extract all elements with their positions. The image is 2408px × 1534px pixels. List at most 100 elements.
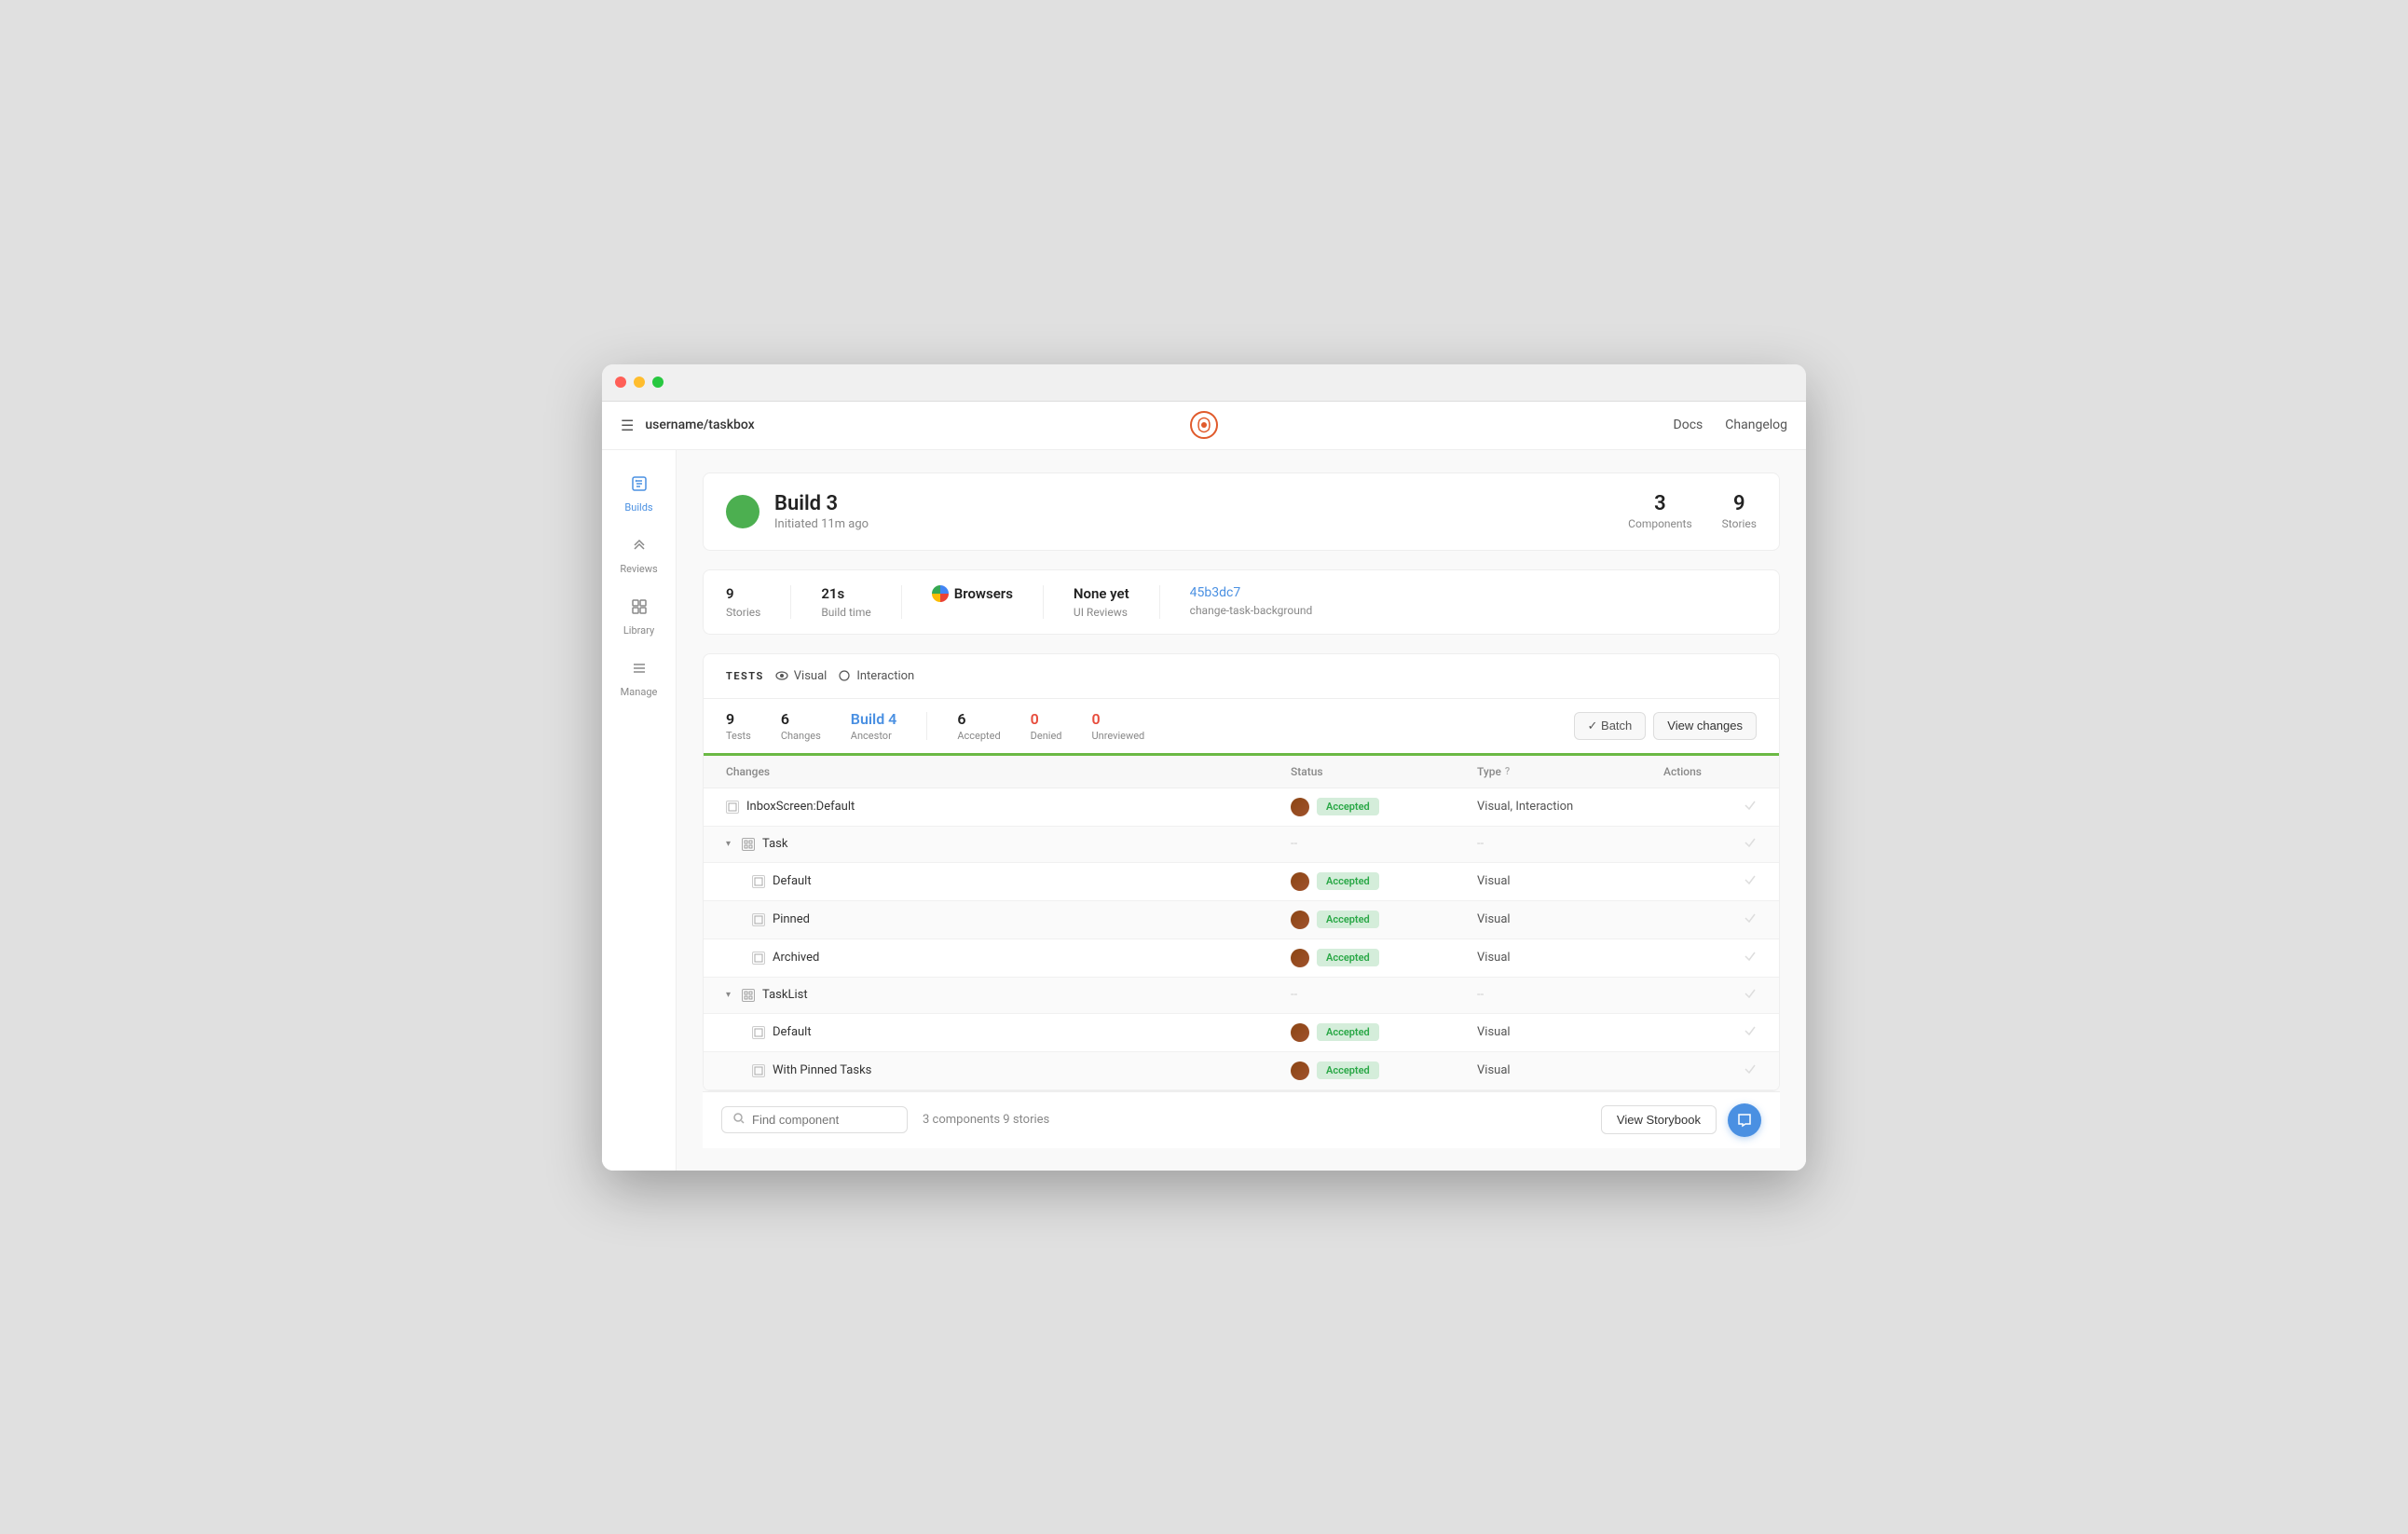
action-icon[interactable] bbox=[1744, 799, 1757, 815]
info-stories: 9 Stories bbox=[726, 585, 791, 619]
actions-cell bbox=[1663, 1024, 1757, 1041]
change-name-text[interactable]: Task bbox=[762, 837, 787, 851]
manage-icon bbox=[630, 659, 649, 682]
stat-denied-value: 0 bbox=[1031, 710, 1062, 728]
stat-unreviewed-label: Unreviewed bbox=[1092, 730, 1145, 742]
hamburger-icon[interactable]: ☰ bbox=[621, 417, 634, 434]
table-row: Pinned Accepted Visual bbox=[704, 901, 1779, 939]
library-icon bbox=[630, 597, 649, 621]
stat-changes-value: 6 bbox=[781, 710, 821, 728]
branch-link[interactable]: 45b3dc7 bbox=[1190, 585, 1313, 600]
component-icon bbox=[752, 1026, 765, 1039]
change-name-text[interactable]: Default bbox=[773, 1025, 812, 1039]
action-icon[interactable] bbox=[1744, 873, 1757, 890]
docs-link[interactable]: Docs bbox=[1674, 418, 1703, 432]
action-icon[interactable] bbox=[1744, 950, 1757, 966]
type-help-icon[interactable]: ? bbox=[1505, 765, 1510, 777]
bottom-bar: 3 components 9 stories View Storybook bbox=[703, 1091, 1780, 1148]
avatar bbox=[1291, 1023, 1309, 1042]
component-icon bbox=[752, 1064, 765, 1077]
change-name-inboxscreen: InboxScreen:Default bbox=[726, 800, 1291, 814]
components-count: 3 bbox=[1628, 492, 1692, 515]
change-name-text[interactable]: With Pinned Tasks bbox=[773, 1063, 871, 1077]
status-cell: Accepted bbox=[1291, 949, 1477, 967]
stat-ancestor: Build 4 Ancestor bbox=[851, 710, 897, 742]
table-row: ▾ Task -- -- bbox=[704, 827, 1779, 863]
maximize-button[interactable] bbox=[652, 377, 664, 388]
change-name-text[interactable]: TaskList bbox=[762, 988, 808, 1002]
stat-denied-label: Denied bbox=[1031, 730, 1062, 742]
status-cell: Accepted bbox=[1291, 911, 1477, 929]
info-branch: 45b3dc7 change-task-background bbox=[1190, 585, 1343, 619]
action-icon[interactable] bbox=[1744, 987, 1757, 1004]
action-icon[interactable] bbox=[1744, 836, 1757, 853]
batch-button[interactable]: ✓ Batch bbox=[1574, 712, 1647, 740]
type-cell: Visual bbox=[1477, 912, 1663, 926]
sidebar-item-reviews[interactable]: Reviews bbox=[602, 527, 676, 584]
search-box[interactable] bbox=[721, 1106, 908, 1133]
build-subtitle: Initiated 11m ago bbox=[774, 517, 1628, 531]
change-name-text[interactable]: Default bbox=[773, 874, 812, 888]
sidebar-item-library[interactable]: Library bbox=[602, 588, 676, 646]
close-button[interactable] bbox=[615, 377, 626, 388]
tests-header: TESTS Visual Interacti bbox=[704, 654, 1779, 699]
type-cell: Visual bbox=[1477, 1025, 1663, 1039]
col-changes: Changes bbox=[726, 765, 1291, 778]
table-row: InboxScreen:Default Accepted Visual, Int… bbox=[704, 788, 1779, 827]
main-content: Build 3 Initiated 11m ago 3 Components 9… bbox=[677, 450, 1806, 1171]
action-icon[interactable] bbox=[1744, 1062, 1757, 1079]
change-name-text[interactable]: InboxScreen:Default bbox=[746, 800, 855, 814]
eye-icon bbox=[775, 669, 788, 682]
action-icon[interactable] bbox=[1744, 911, 1757, 928]
minimize-button[interactable] bbox=[634, 377, 645, 388]
status-cell: Accepted bbox=[1291, 1023, 1477, 1042]
actions-cell bbox=[1663, 799, 1757, 815]
change-name-text[interactable]: Archived bbox=[773, 951, 819, 965]
collapse-icon[interactable]: ▾ bbox=[726, 990, 731, 1000]
stat-tests-value: 9 bbox=[726, 710, 751, 728]
action-icon[interactable] bbox=[1744, 1024, 1757, 1041]
build-stories-stat: 9 Stories bbox=[1722, 492, 1757, 530]
status-cell: Accepted bbox=[1291, 872, 1477, 891]
filter-visual[interactable]: Visual bbox=[775, 669, 828, 683]
main-layout: Builds Reviews bbox=[602, 450, 1806, 1171]
actions-cell bbox=[1663, 836, 1757, 853]
stat-tests-label: Tests bbox=[726, 730, 751, 742]
status-dash: -- bbox=[1291, 988, 1297, 1002]
change-name-task-default: Default bbox=[726, 874, 1291, 888]
actions-cell bbox=[1663, 873, 1757, 890]
table-row: Archived Accepted Visual bbox=[704, 939, 1779, 978]
filter-interaction[interactable]: Interaction bbox=[838, 669, 914, 683]
group-icon bbox=[742, 838, 755, 851]
sidebar-item-builds[interactable]: Builds bbox=[602, 465, 676, 523]
component-icon bbox=[752, 952, 765, 965]
change-name-tasklist-group: ▾ TaskList bbox=[726, 988, 1291, 1002]
accepted-badge: Accepted bbox=[1317, 1061, 1379, 1079]
table-row: Default Accepted Visual bbox=[704, 1014, 1779, 1052]
library-label: Library bbox=[623, 624, 654, 637]
bottom-stats: 3 components 9 stories bbox=[923, 1113, 1049, 1127]
chat-fab[interactable] bbox=[1728, 1103, 1761, 1137]
manage-label: Manage bbox=[621, 686, 658, 698]
build-stats: 3 Components 9 Stories bbox=[1628, 492, 1757, 530]
avatar bbox=[1291, 798, 1309, 816]
stat-accepted-value: 6 bbox=[957, 710, 1000, 728]
changelog-link[interactable]: Changelog bbox=[1725, 418, 1787, 432]
tests-actions: ✓ Batch View changes bbox=[1574, 712, 1757, 740]
change-name-task-group: ▾ Task bbox=[726, 837, 1291, 851]
app-container: ☰ username/taskbox Docs Changelog bbox=[602, 402, 1806, 1171]
stat-ancestor-value[interactable]: Build 4 bbox=[851, 710, 897, 728]
search-input[interactable] bbox=[752, 1113, 896, 1127]
stat-accepted: 6 Accepted bbox=[957, 710, 1000, 742]
collapse-icon[interactable]: ▾ bbox=[726, 839, 731, 849]
sidebar-item-manage[interactable]: Manage bbox=[602, 650, 676, 707]
col-actions: Actions bbox=[1663, 765, 1757, 778]
build-title: Build 3 bbox=[774, 492, 1628, 515]
col-type-label: Type bbox=[1477, 765, 1501, 778]
view-storybook-button[interactable]: View Storybook bbox=[1601, 1105, 1717, 1134]
change-name-text[interactable]: Pinned bbox=[773, 912, 810, 926]
component-icon bbox=[726, 801, 739, 814]
type-cell: -- bbox=[1477, 988, 1663, 1002]
changes-table: Changes Status Type ? Actions bbox=[704, 756, 1779, 1090]
view-changes-button[interactable]: View changes bbox=[1653, 712, 1757, 740]
